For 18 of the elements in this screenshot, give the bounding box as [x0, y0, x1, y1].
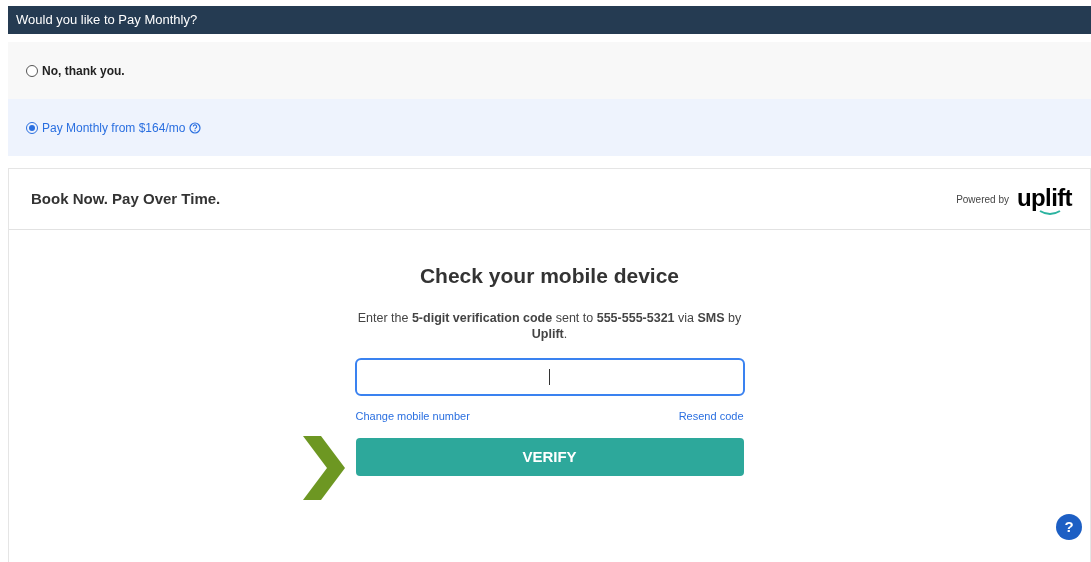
powered-by-label: Powered by: [956, 192, 1009, 207]
help-button[interactable]: ?: [1056, 514, 1082, 540]
option-label: Pay Monthly from $164/mo: [42, 119, 186, 137]
verify-message: Enter the 5-digit verification code sent to 555-555-5321 via SMS by Uplift.: [356, 309, 743, 342]
brand-logo: uplift: [1016, 185, 1072, 213]
radio-button[interactable]: [26, 64, 38, 77]
verify-button[interactable]: VERIFY: [355, 438, 744, 476]
option-row[interactable]: No, thank you.: [8, 42, 1091, 99]
option-label: No, thank you.: [42, 62, 125, 80]
verify-heading: Check your mobile device: [419, 263, 680, 289]
help-icon[interactable]: [189, 121, 202, 134]
code-input-field[interactable]: [354, 357, 745, 396]
card-title: Book Now. Pay Over Time.: [31, 188, 221, 209]
section-header: Would you like to Pay Monthly?: [8, 6, 1091, 34]
link[interactable]: Resend code: [678, 407, 744, 424]
option-row[interactable]: Pay Monthly from $164/mo: [8, 99, 1091, 156]
chevron-icon: [303, 436, 345, 500]
link[interactable]: Change mobile number: [355, 407, 470, 424]
